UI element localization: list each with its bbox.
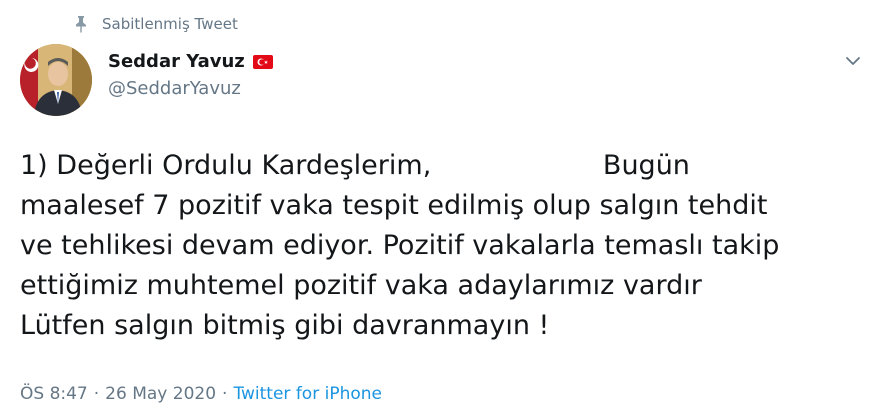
tweet-time[interactable]: ÖS 8:47 xyxy=(20,384,88,404)
tweet-text-line: Lütfen salgın bitmiş gibi davranmayın ! xyxy=(20,310,550,341)
tweet-date[interactable]: 26 May 2020 xyxy=(105,384,216,404)
avatar[interactable] xyxy=(20,44,92,116)
tweet-author: Seddar Yavuz @SeddarYavuz xyxy=(108,48,273,99)
meta-separator: · xyxy=(222,384,228,404)
meta-separator: · xyxy=(93,384,100,404)
tweet-source-link[interactable]: Twitter for iPhone xyxy=(233,384,382,404)
tweet-meta: ÖS 8:47 · 26 May 2020 · Twitter for iPho… xyxy=(20,384,382,404)
tweet-text-line: ettiğimiz muhtemel pozitif vaka adayları… xyxy=(20,270,702,301)
author-name[interactable]: Seddar Yavuz xyxy=(108,51,245,72)
pinned-label-text: Sabitlenmiş Tweet xyxy=(102,15,238,33)
pinned-tweet-label: Sabitlenmiş Tweet xyxy=(72,12,238,36)
tweet-text-line: 1) Değerli Ordulu Kardeşlerim, Bugün xyxy=(20,150,690,181)
tweet-text: 1) Değerli Ordulu Kardeşlerim, Bugün maa… xyxy=(20,146,870,346)
chevron-down-icon[interactable] xyxy=(840,48,866,74)
tweet-text-line: ve tehlikesi devam ediyor. Pozitif vakal… xyxy=(20,230,780,261)
author-handle[interactable]: @SeddarYavuz xyxy=(108,78,273,99)
pin-icon xyxy=(72,15,90,33)
turkey-flag-icon xyxy=(252,54,273,69)
tweet-text-line: maalesef 7 pozitif vaka tespit edilmiş o… xyxy=(20,190,768,221)
author-name-row: Seddar Yavuz xyxy=(108,48,273,74)
